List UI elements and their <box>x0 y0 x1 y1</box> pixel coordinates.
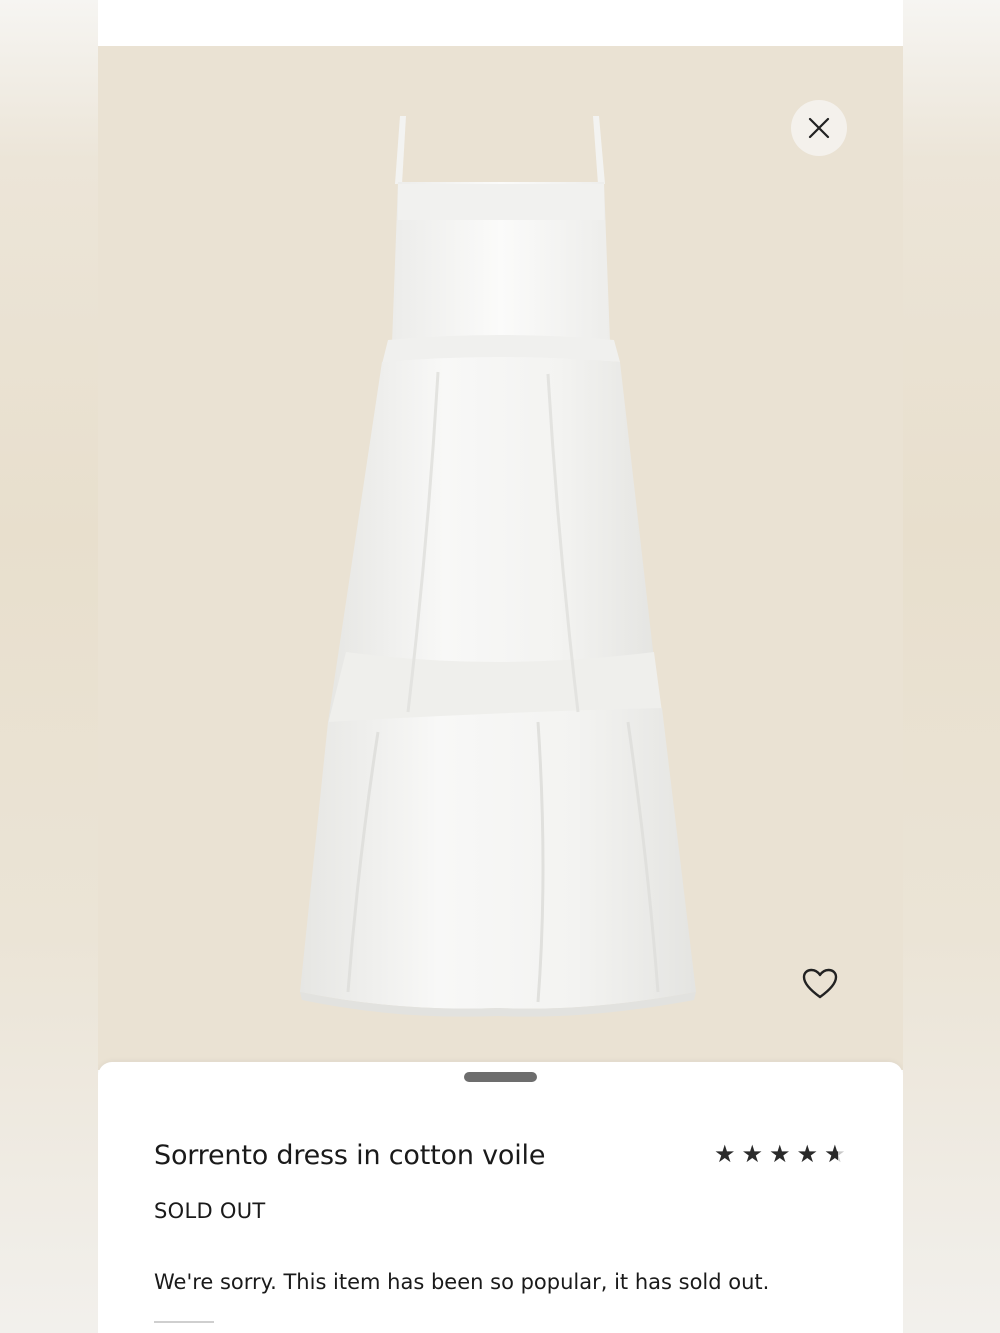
product-image-area <box>98 46 903 1070</box>
divider <box>154 1321 214 1323</box>
heart-outline-icon <box>802 968 838 999</box>
star-icon: ★ <box>741 1140 770 1168</box>
left-backdrop <box>0 0 98 1333</box>
sold-out-message: We're sorry. This item has been so popul… <box>154 1270 770 1294</box>
sheet-drag-handle[interactable] <box>464 1072 537 1082</box>
star-icon: ★ <box>714 1140 742 1168</box>
star-half-icon: ★ <box>824 1140 852 1168</box>
top-bar <box>98 0 903 46</box>
star-icon: ★ <box>796 1140 825 1168</box>
product-info-sheet: Sorrento dress in cotton voile ★ ★ ★ ★ ★… <box>98 1062 903 1333</box>
star-icon: ★ <box>769 1140 797 1168</box>
rating-stars[interactable]: ★ ★ ★ ★ ★ <box>714 1140 852 1168</box>
close-button[interactable] <box>791 100 847 156</box>
product-quickview: Sorrento dress in cotton voile ★ ★ ★ ★ ★… <box>98 0 903 1333</box>
product-image-dress <box>300 116 696 1017</box>
stock-status: SOLD OUT <box>154 1199 266 1223</box>
favorite-button[interactable] <box>798 962 842 1006</box>
close-icon <box>808 117 830 139</box>
right-backdrop <box>903 0 1000 1333</box>
product-title: Sorrento dress in cotton voile <box>154 1140 546 1171</box>
